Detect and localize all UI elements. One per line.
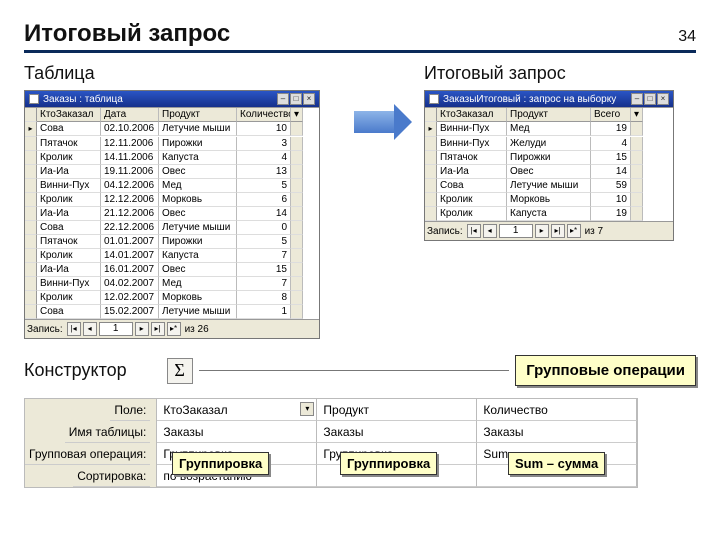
group-callout-2: Группировка — [340, 452, 437, 475]
table-row[interactable]: Кролик14.01.2007Капуста7 — [25, 249, 319, 263]
nav-new-button[interactable]: ▸* — [167, 322, 181, 336]
table-row[interactable]: Пятачок01.01.2007Пирожки5 — [25, 235, 319, 249]
minimize-button[interactable]: – — [277, 93, 289, 105]
group-callout-1: Группировка — [172, 452, 269, 475]
query-window-title: ЗаказыИтоговый : запрос на выборку — [443, 94, 631, 105]
nav-next-button[interactable]: ▸ — [135, 322, 149, 336]
table-row[interactable]: Кролик14.11.2006Капуста4 — [25, 151, 319, 165]
close-button[interactable]: × — [303, 93, 315, 105]
table-record-nav: Запись: |◂ ◂ 1 ▸ ▸| ▸* из 26 — [25, 319, 319, 338]
table-row[interactable]: Кролик12.12.2006Морковь6 — [25, 193, 319, 207]
nav-last-button[interactable]: ▸| — [151, 322, 165, 336]
design-cell[interactable]: Заказы — [477, 421, 637, 443]
table-row[interactable]: Винни-ПухЖелуди4 — [425, 137, 673, 151]
close-button[interactable]: × — [657, 93, 669, 105]
maximize-button[interactable]: □ — [290, 93, 302, 105]
table-row[interactable]: Винни-Пух04.12.2006Мед5 — [25, 179, 319, 193]
connector-line — [199, 370, 510, 371]
page-title: Итоговый запрос — [24, 20, 230, 48]
table-row[interactable]: ▸Винни-ПухМед19 — [425, 122, 673, 137]
query-datagrid: КтоЗаказалПродуктВсего▾▸Винни-ПухМед19Ви… — [425, 107, 673, 221]
design-row-labels: Поле:Имя таблицы:Групповая операция:Сорт… — [24, 398, 156, 488]
nav-position[interactable]: 1 — [499, 224, 533, 238]
nav-total: из 26 — [183, 324, 209, 335]
table-row[interactable]: Сова15.02.2007Летучие мыши1 — [25, 305, 319, 319]
query-doc-icon — [429, 94, 439, 104]
section-table-label: Таблица — [24, 63, 324, 84]
design-row-label: Групповая операция: — [25, 443, 150, 465]
nav-total: из 7 — [583, 226, 604, 237]
arrow-icon — [354, 111, 394, 339]
table-row[interactable]: Винни-Пух04.02.2007Мед7 — [25, 277, 319, 291]
nav-next-button[interactable]: ▸ — [535, 224, 549, 238]
minimize-button[interactable]: – — [631, 93, 643, 105]
design-cell[interactable]: Количество — [477, 399, 637, 421]
table-row[interactable]: СоваЛетучие мыши59 — [425, 179, 673, 193]
table-row[interactable]: Иа-Иа19.11.2006Овес13 — [25, 165, 319, 179]
table-row[interactable]: Кролик12.02.2007Морковь8 — [25, 291, 319, 305]
design-row-label: Сортировка: — [73, 465, 150, 487]
query-window: ЗаказыИтоговый : запрос на выборку – □ ×… — [424, 90, 674, 241]
design-cell[interactable]: Продукт — [317, 399, 477, 421]
table-row[interactable]: Сова22.12.2006Летучие мыши0 — [25, 221, 319, 235]
table-row[interactable]: ПятачокПирожки15 — [425, 151, 673, 165]
nav-first-button[interactable]: |◂ — [467, 224, 481, 238]
sum-callout: Sum – сумма — [508, 452, 605, 475]
maximize-button[interactable]: □ — [644, 93, 656, 105]
design-cell[interactable]: КтоЗаказал▾ — [157, 399, 317, 421]
design-row-label: Имя таблицы: — [65, 421, 151, 443]
table-window: Заказы : таблица – □ × КтоЗаказалДатаПро… — [24, 90, 320, 339]
nav-prev-button[interactable]: ◂ — [483, 224, 497, 238]
table-row[interactable]: Пятачок12.11.2006Пирожки3 — [25, 137, 319, 151]
table-datagrid: КтоЗаказалДатаПродуктКоличество▾▸Сова02.… — [25, 107, 319, 319]
section-constructor-label: Конструктор — [24, 360, 127, 381]
nav-label: Запись: — [427, 226, 465, 237]
table-row[interactable]: КроликМорковь10 — [425, 193, 673, 207]
nav-first-button[interactable]: |◂ — [67, 322, 81, 336]
design-cell[interactable]: Заказы — [157, 421, 317, 443]
nav-last-button[interactable]: ▸| — [551, 224, 565, 238]
design-cell[interactable]: Заказы — [317, 421, 477, 443]
section-query-label: Итоговый запрос — [424, 63, 696, 84]
table-row[interactable]: Иа-Иа16.01.2007Овес15 — [25, 263, 319, 277]
table-row[interactable]: ▸Сова02.10.2006Летучие мыши10 — [25, 122, 319, 137]
nav-new-button[interactable]: ▸* — [567, 224, 581, 238]
nav-label: Запись: — [27, 324, 65, 335]
dropdown-icon[interactable]: ▾ — [300, 402, 314, 416]
design-row-label: Поле: — [110, 399, 150, 421]
table-row[interactable]: КроликКапуста19 — [425, 207, 673, 221]
table-row[interactable]: Иа-ИаОвес14 — [425, 165, 673, 179]
query-record-nav: Запись: |◂ ◂ 1 ▸ ▸| ▸* из 7 — [425, 221, 673, 240]
sigma-button[interactable]: Σ — [167, 358, 193, 384]
table-row[interactable]: Иа-Иа21.12.2006Овес14 — [25, 207, 319, 221]
page-number: 34 — [678, 28, 696, 46]
table-window-title: Заказы : таблица — [43, 94, 277, 105]
group-ops-callout: Групповые операции — [515, 355, 696, 386]
nav-prev-button[interactable]: ◂ — [83, 322, 97, 336]
table-doc-icon — [29, 94, 39, 104]
nav-position[interactable]: 1 — [99, 322, 133, 336]
